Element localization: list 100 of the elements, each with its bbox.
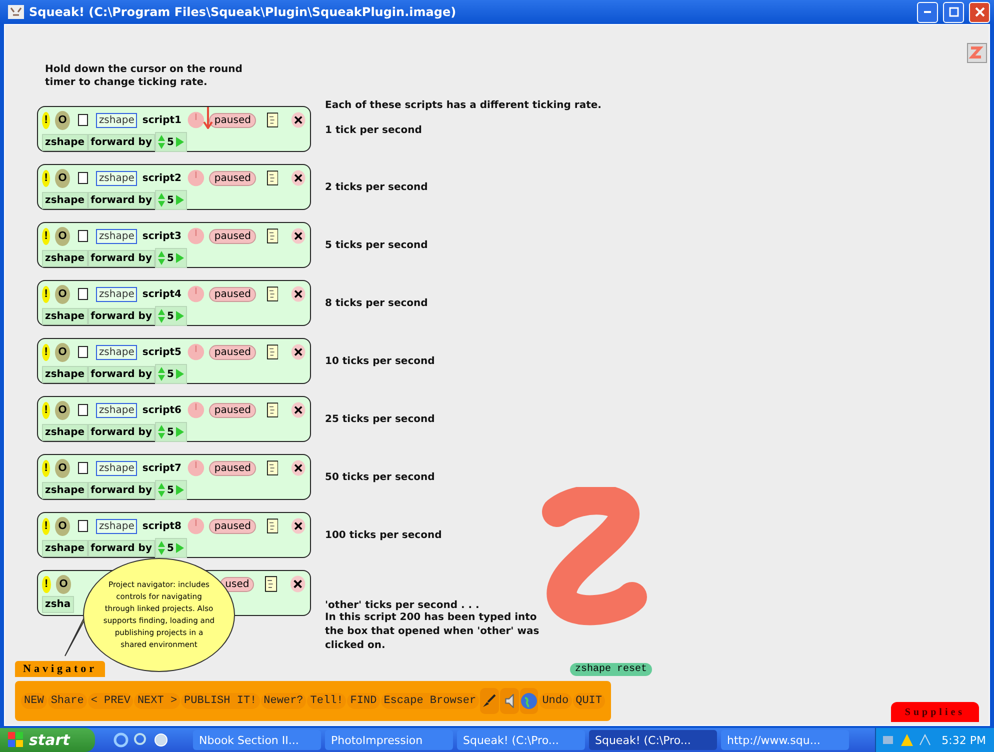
navigator-button[interactable]: Tell! xyxy=(307,693,346,709)
run-once-button[interactable]: ! xyxy=(42,460,50,476)
menu-icon[interactable] xyxy=(265,575,278,593)
player-tile[interactable]: zshape xyxy=(96,460,138,476)
close-icon[interactable] xyxy=(291,284,306,304)
status-button[interactable]: paused xyxy=(209,112,256,128)
menu-icon[interactable] xyxy=(266,459,278,477)
player-tile[interactable]: zshape xyxy=(96,344,138,360)
navigator-button[interactable]: FIND xyxy=(347,693,380,709)
player-tile[interactable]: zshape xyxy=(42,540,88,556)
close-icon[interactable] xyxy=(291,342,306,362)
taskbar-item[interactable]: Nbook Section II... xyxy=(193,730,321,750)
run-button[interactable]: O xyxy=(55,400,70,420)
checkbox[interactable] xyxy=(78,230,88,242)
taskbar-item[interactable]: Squeak! (C:\Pro... xyxy=(589,730,717,750)
checkbox[interactable] xyxy=(78,520,88,532)
run-once-button[interactable]: ! xyxy=(42,228,50,244)
run-once-button[interactable]: ! xyxy=(42,576,51,592)
close-icon[interactable] xyxy=(291,168,306,188)
run-once-button[interactable]: ! xyxy=(42,286,50,302)
status-button[interactable]: paused xyxy=(209,228,256,244)
timer-icon[interactable] xyxy=(186,109,204,131)
checkbox[interactable] xyxy=(78,288,88,300)
player-tile[interactable]: zshape xyxy=(42,250,88,266)
player-tile[interactable]: zshape xyxy=(96,402,138,418)
player-tile[interactable]: zshape xyxy=(96,170,138,186)
status-button[interactable]: paused xyxy=(209,344,256,360)
status-button[interactable]: paused xyxy=(209,286,256,302)
taskbar-item[interactable]: http://www.squ... xyxy=(721,730,849,750)
browser-icon[interactable] xyxy=(113,732,129,748)
player-tile[interactable]: zshape xyxy=(42,192,88,208)
menu-icon[interactable] xyxy=(266,401,278,419)
player-tile[interactable]: zshape xyxy=(42,134,88,150)
status-button[interactable]: paused xyxy=(209,518,256,534)
player-tile[interactable]: zshape xyxy=(96,286,138,302)
menu-icon[interactable] xyxy=(266,285,278,303)
player-tile[interactable]: zsha xyxy=(42,596,74,613)
menu-icon[interactable] xyxy=(266,111,278,129)
navigator-button[interactable]: NEXT > xyxy=(134,693,180,709)
run-button[interactable]: O xyxy=(55,226,70,246)
menu-icon[interactable] xyxy=(266,227,278,245)
run-button[interactable]: O xyxy=(55,168,70,188)
navigator-button[interactable]: PUBLISH IT! xyxy=(181,693,260,709)
run-once-button[interactable]: ! xyxy=(42,112,50,128)
run-once-button[interactable]: ! xyxy=(42,170,50,186)
player-tile[interactable]: zshape xyxy=(96,518,138,534)
navigator-button[interactable]: Newer? xyxy=(260,693,306,709)
navigator-button[interactable]: Share xyxy=(48,693,87,709)
run-button[interactable]: O xyxy=(55,284,70,304)
command-tile[interactable]: forward by xyxy=(88,192,155,208)
command-tile[interactable]: forward by xyxy=(88,308,155,324)
navigator-button[interactable]: Undo xyxy=(539,693,572,709)
run-once-button[interactable]: ! xyxy=(42,518,50,534)
navigator-button[interactable]: QUIT xyxy=(572,693,605,709)
checkbox[interactable] xyxy=(78,404,88,416)
player-tile[interactable]: zshape xyxy=(42,308,88,324)
command-tile[interactable]: forward by xyxy=(88,134,155,150)
close-icon[interactable] xyxy=(290,574,306,594)
command-tile[interactable]: forward by xyxy=(88,482,155,498)
checkbox[interactable] xyxy=(78,172,88,184)
sound-button[interactable] xyxy=(500,688,518,714)
status-button[interactable]: paused xyxy=(209,460,256,476)
run-once-button[interactable]: ! xyxy=(42,344,50,360)
player-tile[interactable]: zshape xyxy=(42,482,88,498)
command-tile[interactable]: forward by xyxy=(88,366,155,382)
taskbar-item[interactable]: Squeak! (C:\Pro... xyxy=(457,730,585,750)
close-icon[interactable] xyxy=(291,458,306,478)
player-tile[interactable]: zshape xyxy=(42,366,88,382)
command-tile[interactable]: forward by xyxy=(88,540,155,556)
checkbox[interactable] xyxy=(78,462,88,474)
navigator-tab[interactable]: Navigator xyxy=(15,661,106,677)
command-tile[interactable]: forward by xyxy=(88,424,155,440)
menu-icon[interactable] xyxy=(266,169,278,187)
navigator-button[interactable]: NEW xyxy=(21,693,47,709)
navigator-button[interactable]: Escape Browser xyxy=(380,693,480,709)
status-button[interactable]: paused xyxy=(209,402,256,418)
paint-button[interactable] xyxy=(480,688,499,714)
close-icon[interactable] xyxy=(291,400,306,420)
player-tile[interactable]: zshape xyxy=(96,112,138,128)
checkbox[interactable] xyxy=(78,114,88,126)
player-tile[interactable]: zshape xyxy=(42,424,88,440)
reset-button[interactable]: zshape reset xyxy=(570,663,652,676)
run-button[interactable]: O xyxy=(55,110,70,130)
player-tile[interactable]: zshape xyxy=(96,228,138,244)
navigator-button[interactable]: < PREV xyxy=(88,693,134,709)
run-button[interactable]: O xyxy=(55,342,70,362)
checkbox[interactable] xyxy=(78,346,88,358)
status-button[interactable]: used xyxy=(220,576,254,592)
minimize-button[interactable] xyxy=(917,2,938,22)
run-button[interactable]: O xyxy=(56,574,72,594)
status-button[interactable]: paused xyxy=(209,170,256,186)
menu-icon[interactable] xyxy=(266,517,278,535)
close-button[interactable] xyxy=(969,2,990,22)
run-once-button[interactable]: ! xyxy=(42,402,50,418)
close-icon[interactable] xyxy=(291,226,306,246)
close-icon[interactable] xyxy=(291,516,306,536)
run-button[interactable]: O xyxy=(55,458,70,478)
close-icon[interactable] xyxy=(291,110,306,130)
run-button[interactable]: O xyxy=(55,516,70,536)
command-tile[interactable]: forward by xyxy=(88,250,155,266)
